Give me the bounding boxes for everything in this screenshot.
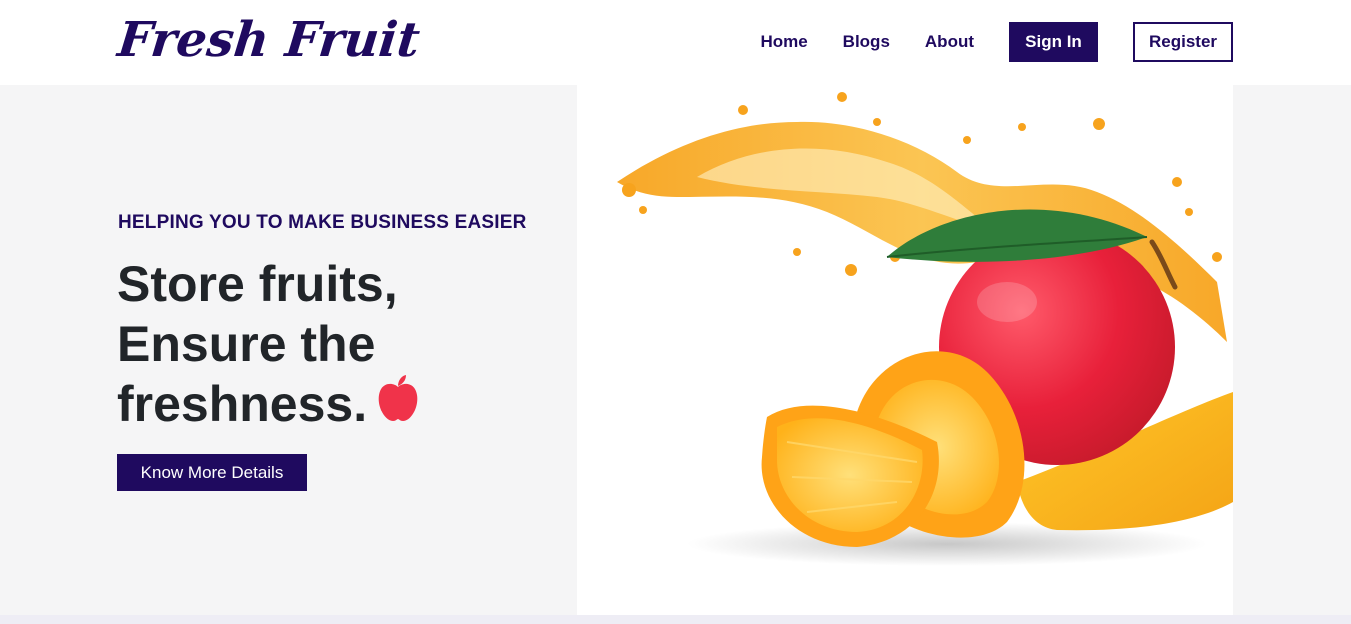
- sign-in-button[interactable]: Sign In: [1009, 22, 1098, 62]
- nav-blogs-link[interactable]: Blogs: [843, 32, 890, 52]
- headline-line-3: freshness.: [117, 376, 368, 432]
- apple-icon: [375, 373, 421, 436]
- headline-line-2: Ensure the: [117, 316, 376, 372]
- main-nav: Home Blogs About Sign In Register: [760, 22, 1233, 62]
- nav-about-link[interactable]: About: [925, 32, 974, 52]
- headline-line-1: Store fruits,: [117, 256, 398, 312]
- fruit-splash-illustration: [617, 92, 1233, 566]
- know-more-button[interactable]: Know More Details: [117, 454, 307, 491]
- brand-logo[interactable]: Fresh Fruit: [115, 8, 423, 72]
- hero-eyebrow: HELPING YOU TO MAKE BUSINESS EASIER: [118, 212, 527, 233]
- nav-home-link[interactable]: Home: [760, 32, 807, 52]
- register-button[interactable]: Register: [1133, 22, 1233, 62]
- hero-headline: Store fruits, Ensure the freshness.: [117, 254, 537, 436]
- top-navbar: Fresh Fruit Home Blogs About Sign In Reg…: [0, 0, 1351, 85]
